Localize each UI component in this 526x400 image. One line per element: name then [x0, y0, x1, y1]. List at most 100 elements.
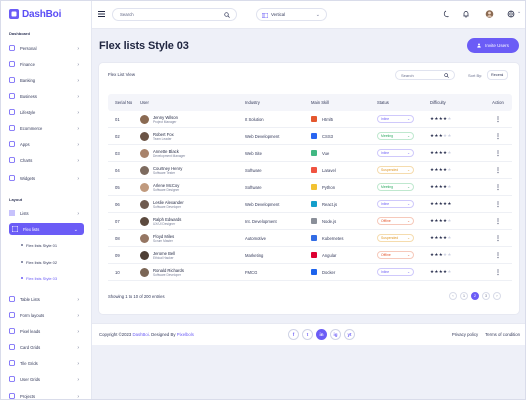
sidebar-subitem-style-02[interactable]: Flex lists Style 02: [21, 258, 57, 266]
sidebar-item-card-grids[interactable]: Card Grids ›: [9, 341, 85, 353]
sidebar-item-finance[interactable]: Finance ›: [9, 58, 85, 70]
avatar[interactable]: [140, 165, 149, 175]
social-yt-icon[interactable]: yt: [344, 329, 355, 340]
status-select[interactable]: Inline ⌄: [377, 115, 414, 123]
sidebar-item-lifestyle[interactable]: Lifestyle ›: [9, 106, 85, 118]
sidebar-item-business[interactable]: Business ›: [9, 90, 85, 102]
table-row[interactable]: 07 Ralph Edwards UX/UI Designer Int. Develo…: [108, 213, 512, 230]
page-button[interactable]: ‹: [449, 292, 457, 300]
brand-link[interactable]: DashBoi: [133, 332, 149, 337]
avatar[interactable]: [140, 233, 149, 243]
sort-select[interactable]: Recent ⌄: [487, 70, 508, 80]
table-row[interactable]: 09 Jerome Bell Ethical Hacker Marketing Angu…: [108, 247, 512, 264]
table-row[interactable]: 06 Leslie Alexander Software Developer Web …: [108, 196, 512, 213]
social-t-icon[interactable]: t: [302, 329, 313, 340]
status-select[interactable]: Meeting ⌄: [377, 132, 414, 140]
layout-select[interactable]: Vertical ⌄: [256, 8, 327, 21]
more-vertical-icon[interactable]: ⋮: [495, 134, 501, 140]
bell-icon[interactable]: [462, 10, 470, 18]
chevron-down-icon[interactable]: ⌄: [517, 9, 521, 15]
table-row[interactable]: 04 Courtney Henry Software Tester Software L…: [108, 162, 512, 179]
header-user[interactable]: User: [140, 100, 245, 105]
page-button[interactable]: 3: [482, 292, 490, 300]
user-name[interactable]: Jenny Wilson: [153, 115, 178, 120]
user-name[interactable]: Arlene McCoy: [153, 183, 179, 188]
more-vertical-icon[interactable]: ⋮: [495, 151, 501, 157]
page-button[interactable]: ›: [493, 292, 501, 300]
table-search-input[interactable]: Search: [395, 70, 455, 80]
status-select[interactable]: Offline ⌄: [377, 251, 414, 259]
invite-users-button[interactable]: Invite Users: [467, 38, 519, 53]
social-f-icon[interactable]: f: [288, 329, 299, 340]
user-name[interactable]: Jerome Bell: [153, 251, 175, 256]
sidebar-item-personal[interactable]: Personal ›: [9, 42, 85, 54]
search-icon[interactable]: [444, 73, 449, 78]
header-difficulty[interactable]: Difficulty: [430, 100, 484, 105]
avatar[interactable]: [140, 216, 149, 226]
header-industry[interactable]: Industry: [245, 100, 311, 105]
user-name[interactable]: Ronald Richards: [153, 268, 184, 273]
table-row[interactable]: 02 Robert Fox Team Leader Web Development CS…: [108, 128, 512, 145]
table-row[interactable]: 01 Jenny Wilson Project Manager It Solution…: [108, 111, 512, 128]
user-name[interactable]: Courtney Henry: [153, 166, 182, 171]
status-select[interactable]: Suspended ⌄: [377, 166, 414, 174]
status-select[interactable]: Offline ⌄: [377, 217, 414, 225]
sidebar-item-tile-grids[interactable]: Tile Grids ›: [9, 357, 85, 369]
search-icon[interactable]: [224, 12, 230, 18]
sidebar-item-table-lists[interactable]: Table Lists ›: [9, 293, 85, 305]
more-vertical-icon[interactable]: ⋮: [495, 236, 501, 242]
logo[interactable]: DashBoi: [9, 7, 61, 21]
sidebar-item-ecommerce[interactable]: Ecommerce ›: [9, 122, 85, 134]
page-button[interactable]: 2: [471, 292, 479, 300]
page-button[interactable]: 1: [460, 292, 468, 300]
avatar[interactable]: [140, 131, 149, 141]
sidebar-item-user-grids[interactable]: User Grids ›: [9, 373, 85, 385]
more-vertical-icon[interactable]: ⋮: [495, 117, 501, 123]
sidebar-item-banking[interactable]: Banking ›: [9, 74, 85, 86]
avatar[interactable]: [140, 114, 149, 124]
more-vertical-icon[interactable]: ⋮: [495, 202, 501, 208]
sidebar-item-lists[interactable]: Lists ›: [9, 207, 85, 219]
globe-icon[interactable]: [507, 10, 515, 18]
social-in-icon[interactable]: in: [316, 329, 327, 340]
more-vertical-icon[interactable]: ⋮: [495, 270, 501, 276]
more-vertical-icon[interactable]: ⋮: [495, 253, 501, 259]
avatar[interactable]: [140, 267, 149, 277]
avatar[interactable]: [140, 250, 149, 260]
user-name[interactable]: Robert Fox: [153, 132, 174, 137]
search-input[interactable]: Search: [112, 8, 237, 21]
avatar[interactable]: [485, 10, 494, 18]
table-row[interactable]: 05 Arlene McCoy Software Designer Software P…: [108, 179, 512, 196]
avatar[interactable]: [140, 148, 149, 158]
status-select[interactable]: Inline ⌄: [377, 200, 414, 208]
avatar[interactable]: [140, 199, 149, 209]
sidebar-item-apps[interactable]: Apps ›: [9, 138, 85, 150]
more-vertical-icon[interactable]: ⋮: [495, 168, 501, 174]
privacy-policy-link[interactable]: Privacy policy: [452, 332, 478, 337]
sidebar-subitem-style-03[interactable]: Flex lists Style 03: [21, 274, 57, 282]
hamburger-menu-icon[interactable]: [98, 11, 105, 17]
status-select[interactable]: Meeting ⌄: [377, 183, 414, 191]
sidebar-item-widgets[interactable]: Widgets ›: [9, 172, 85, 184]
avatar[interactable]: [140, 182, 149, 192]
sidebar-item-projects[interactable]: Projects ›: [9, 390, 85, 399]
status-select[interactable]: Inline ⌄: [377, 149, 414, 157]
terms-link[interactable]: Terms of condition: [485, 332, 520, 337]
table-row[interactable]: 10 Ronald Richards Software Developer FMCG D…: [108, 264, 512, 281]
sidebar-item-pixel-leads[interactable]: Pixel leads ›: [9, 325, 85, 337]
status-select[interactable]: Suspended ⌄: [377, 234, 414, 242]
social-ig-icon[interactable]: ig: [330, 329, 341, 340]
header-status[interactable]: Status: [377, 100, 430, 105]
status-select[interactable]: Inline ⌄: [377, 268, 414, 276]
user-name[interactable]: Leslie Alexander: [153, 200, 184, 205]
sidebar-subitem-style-01[interactable]: Flex lists Style 01: [21, 241, 57, 249]
table-row[interactable]: 03 Annette Black Development Manager Web Si…: [108, 145, 512, 162]
designer-link[interactable]: Pixelbols: [177, 332, 194, 337]
sidebar-item-form-layouts[interactable]: Form layouts ›: [9, 309, 85, 321]
more-vertical-icon[interactable]: ⋮: [495, 219, 501, 225]
table-row[interactable]: 08 Floyd Miles Scrum Master Automotive Kuber…: [108, 230, 512, 247]
more-vertical-icon[interactable]: ⋮: [495, 185, 501, 191]
user-name[interactable]: Floyd Miles: [153, 234, 174, 239]
user-name[interactable]: Ralph Edwards: [153, 217, 181, 222]
sidebar-item-flex-lists[interactable]: Flex lists ⌄: [9, 223, 84, 235]
